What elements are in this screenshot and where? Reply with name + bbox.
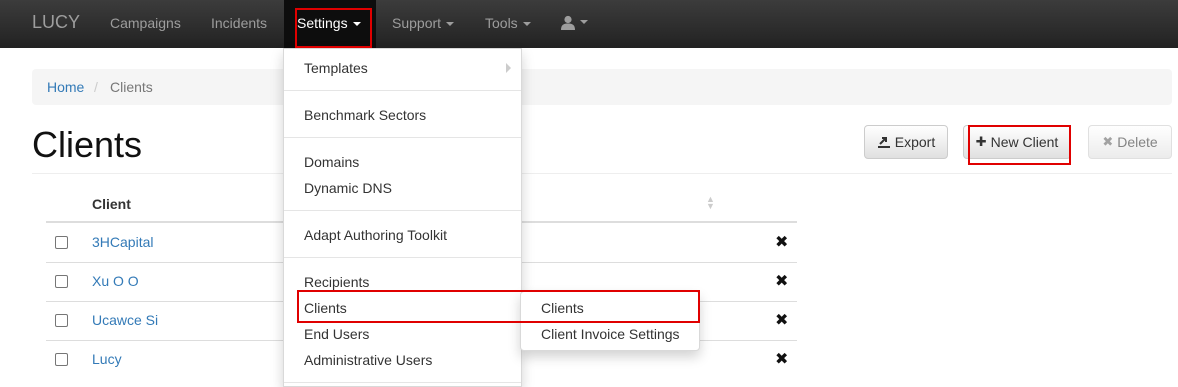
menu-item-clients[interactable]: Clients xyxy=(304,300,347,316)
delete-label: Delete xyxy=(1117,134,1158,150)
menu-item-end-users[interactable]: End Users xyxy=(304,326,369,342)
column-header-client[interactable]: Client xyxy=(92,196,131,212)
nav-user-menu[interactable] xyxy=(561,13,588,30)
chevron-down-icon xyxy=(580,20,588,25)
nav-settings[interactable]: Settings xyxy=(297,15,361,31)
nav-incidents[interactable]: Incidents xyxy=(211,15,267,31)
top-navbar: LUCY Campaigns Incidents Settings Suppor… xyxy=(0,0,1178,48)
menu-item-domains[interactable]: Domains xyxy=(304,154,359,170)
brand-logo[interactable]: LUCY xyxy=(32,12,80,33)
chevron-down-icon xyxy=(352,22,361,27)
breadcrumb: Home / Clients xyxy=(32,69,1172,105)
menu-divider xyxy=(284,137,521,138)
row-checkbox[interactable] xyxy=(55,353,68,366)
export-label: Export xyxy=(894,134,936,150)
client-link[interactable]: Lucy xyxy=(92,351,122,367)
nav-settings-label: Settings xyxy=(297,15,348,31)
user-icon xyxy=(561,15,575,30)
nav-tools[interactable]: Tools xyxy=(485,15,531,31)
nav-tools-label: Tools xyxy=(485,15,518,31)
menu-item-recipients[interactable]: Recipients xyxy=(304,274,369,290)
new-client-button[interactable]: ✚ New Client xyxy=(963,125,1071,159)
plus-icon: ✚ xyxy=(975,134,987,149)
row-checkbox[interactable] xyxy=(55,236,68,249)
sort-icon[interactable]: ▲ ▼ xyxy=(706,195,715,211)
nav-campaigns[interactable]: Campaigns xyxy=(110,15,181,31)
menu-divider xyxy=(284,210,521,211)
delete-button[interactable]: ✖ Delete xyxy=(1088,125,1172,159)
menu-item-administrative-users[interactable]: Administrative Users xyxy=(304,352,432,368)
settings-dropdown-menu: Templates Benchmark Sectors Domains Dyna… xyxy=(283,48,522,387)
row-checkbox[interactable] xyxy=(55,275,68,288)
menu-divider xyxy=(284,90,521,91)
header-divider xyxy=(32,173,1172,174)
delete-row-icon[interactable]: ✖ xyxy=(775,310,788,330)
menu-item-templates[interactable]: Templates xyxy=(304,60,368,76)
breadcrumb-home-link[interactable]: Home xyxy=(47,79,84,95)
menu-item-adapt-authoring-toolkit[interactable]: Adapt Authoring Toolkit xyxy=(304,227,447,243)
submenu-item-clients[interactable]: Clients xyxy=(541,300,584,316)
delete-row-icon[interactable]: ✖ xyxy=(775,349,788,369)
client-link[interactable]: 3HCapital xyxy=(92,234,153,250)
row-checkbox[interactable] xyxy=(55,314,68,327)
clients-submenu: Clients Client Invoice Settings xyxy=(520,291,700,351)
client-link[interactable]: Xu O O xyxy=(92,273,139,289)
breadcrumb-current: Clients xyxy=(110,79,153,95)
menu-divider xyxy=(284,382,521,383)
chevron-down-icon xyxy=(446,22,455,27)
nav-support[interactable]: Support xyxy=(392,15,455,31)
menu-item-dynamic-dns[interactable]: Dynamic DNS xyxy=(304,180,392,196)
page-title: Clients xyxy=(32,124,143,165)
chevron-right-icon xyxy=(506,63,511,73)
breadcrumb-separator: / xyxy=(94,79,98,95)
export-icon xyxy=(877,137,890,148)
remove-icon: ✖ xyxy=(1102,134,1114,149)
export-button[interactable]: Export xyxy=(864,125,948,159)
menu-item-benchmark-sectors[interactable]: Benchmark Sectors xyxy=(304,107,426,123)
delete-row-icon[interactable]: ✖ xyxy=(775,232,788,252)
chevron-down-icon xyxy=(522,22,531,27)
nav-support-label: Support xyxy=(392,15,442,31)
menu-divider xyxy=(284,257,521,258)
delete-row-icon[interactable]: ✖ xyxy=(775,271,788,291)
submenu-item-client-invoice-settings[interactable]: Client Invoice Settings xyxy=(541,326,680,342)
new-client-label: New Client xyxy=(990,134,1059,150)
client-link[interactable]: Ucawce Si xyxy=(92,312,158,328)
